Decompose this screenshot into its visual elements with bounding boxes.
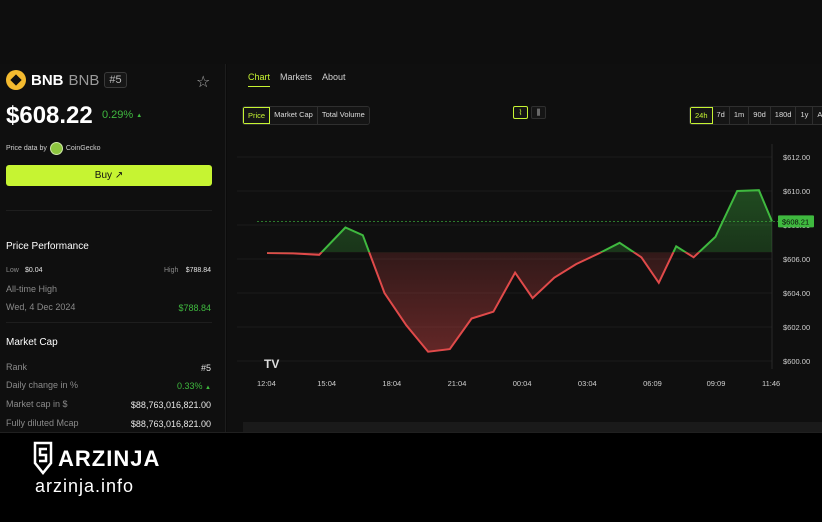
top-band — [0, 0, 822, 64]
x-tick-label: 11:46 — [762, 379, 780, 388]
coin-symbol: BNB — [68, 71, 100, 89]
provider-name[interactable]: CoinGecko — [66, 145, 101, 152]
daily-change-number: 0.33% — [177, 381, 203, 391]
price-data-source: Price data by CoinGecko — [6, 142, 101, 155]
ath-date: Wed, 4 Dec 2024 — [6, 302, 76, 312]
high-value: $788.84 — [185, 267, 211, 274]
x-tick-label: 03:04 — [578, 379, 597, 388]
price-chart[interactable]: $612.00$610.00$608.00$606.00$604.00$602.… — [227, 64, 822, 432]
coin-info-panel: BNB BNB #5 ☆ $608.22 0.29% ▲ Price data … — [0, 64, 226, 432]
fdv-label: Fully diluted Mcap — [6, 418, 79, 428]
ath-value: $788.84 — [178, 303, 211, 313]
tradingview-logo-icon: TV — [264, 357, 280, 371]
watermark-banner: ARZINJA arzinja.info — [0, 432, 822, 522]
x-tick-label: 09:09 — [707, 379, 726, 388]
arrow-up-right-icon: ↗ — [114, 170, 124, 181]
market-cap-value: $88,763,016,821.00 — [130, 400, 211, 410]
star-icon[interactable]: ☆ — [196, 72, 210, 92]
coingecko-icon — [49, 142, 63, 155]
y-tick-label: $604.00 — [783, 289, 810, 298]
current-price-label: $608.21 — [782, 217, 809, 226]
market-cap-label: Market cap in $ — [6, 399, 68, 409]
daily-change-value: 0.33% ▲ — [177, 381, 211, 391]
divider — [6, 210, 212, 211]
x-tick-label: 12:04 — [257, 379, 276, 388]
coin-name: BNB — [31, 71, 64, 89]
x-tick-label: 00:04 — [513, 379, 532, 388]
low-label: Low — [6, 267, 19, 274]
buy-label: Buy — [94, 170, 113, 181]
price-change: 0.29% ▲ — [102, 109, 142, 121]
x-tick-label: 06:09 — [643, 379, 662, 388]
fdv-value: $88,763,016,821.00 — [130, 419, 211, 429]
x-tick-label: 21:04 — [448, 379, 467, 388]
y-tick-label: $600.00 — [783, 357, 810, 366]
y-tick-label: $602.00 — [783, 323, 810, 332]
ath-label: All-time High — [6, 284, 58, 294]
chart-panel: Chart Markets About Price Market Cap Tot… — [227, 64, 822, 432]
x-tick-label: 18:04 — [382, 379, 401, 388]
arzinja-shield-icon — [33, 441, 53, 475]
up-triangle-icon: ▲ — [205, 385, 211, 391]
brand-name: ARZINJA — [58, 446, 161, 471]
y-tick-label: $606.00 — [783, 255, 810, 264]
divider — [6, 322, 212, 323]
y-tick-label: $610.00 — [783, 187, 810, 196]
buy-button[interactable]: Buy ↗ — [6, 165, 212, 186]
bnb-logo-icon — [6, 70, 26, 90]
x-tick-label: 15:04 — [317, 379, 336, 388]
chart-scroll-strip[interactable] — [243, 422, 822, 432]
coin-price: $608.22 — [6, 102, 93, 129]
rank-badge: #5 — [104, 72, 127, 88]
rank-value: #5 — [200, 363, 211, 373]
y-tick-label: $612.00 — [783, 153, 810, 162]
high-label: High — [164, 267, 179, 274]
price-change-value: 0.29% — [102, 109, 134, 121]
price-performance-title: Price Performance — [6, 241, 89, 252]
low-value: $0.04 — [25, 267, 43, 274]
market-cap-title: Market Cap — [6, 337, 58, 348]
brand-url: arzinja.info — [35, 476, 135, 496]
daily-change-label: Daily change in % — [6, 380, 79, 390]
up-triangle-icon: ▲ — [136, 113, 143, 119]
price-data-label: Price data by — [6, 145, 47, 152]
rank-label: Rank — [6, 362, 28, 372]
coin-header: BNB BNB #5 — [6, 70, 127, 90]
